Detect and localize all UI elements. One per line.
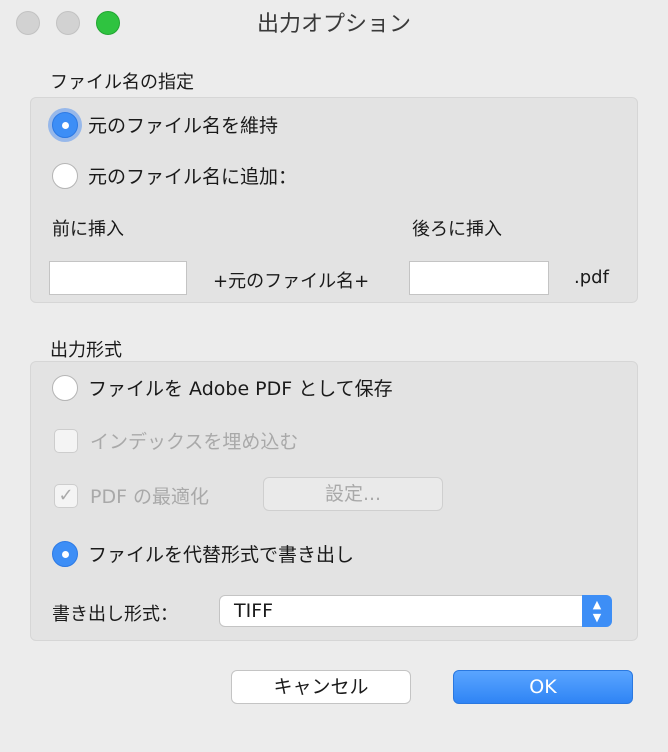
filename-section-label: ファイル名の指定: [50, 72, 194, 93]
optimize-pdf-option: ✓ PDF の最適化: [54, 482, 209, 509]
format-select[interactable]: TIFF ▲ ▼: [219, 595, 612, 627]
window-title: 出力オプション: [256, 12, 411, 37]
output-section-label: 出力形式: [50, 340, 122, 361]
add-to-original-label: 元のファイル名に追加：: [88, 166, 298, 188]
cancel-button[interactable]: キャンセル: [231, 670, 411, 704]
export-alternate-option[interactable]: ファイルを代替形式で書き出し: [52, 540, 354, 567]
checkmark-icon: ✓: [58, 484, 74, 506]
suffix-label: 後ろに挿入: [412, 219, 502, 240]
embed-index-label: インデックスを埋め込む: [90, 431, 299, 453]
save-as-pdf-label: ファイルを Adobe PDF として保存: [88, 378, 393, 400]
keep-original-option[interactable]: 元のファイル名を維持: [52, 111, 278, 138]
save-as-pdf-option[interactable]: ファイルを Adobe PDF として保存: [52, 374, 393, 401]
settings-button: 設定...: [263, 477, 443, 511]
format-select-value: TIFF: [234, 600, 274, 622]
add-to-original-option[interactable]: 元のファイル名に追加：: [52, 162, 297, 189]
keep-original-label: 元のファイル名を維持: [88, 115, 279, 137]
embed-index-checkbox: [54, 428, 78, 453]
add-to-original-radio[interactable]: [52, 162, 78, 189]
save-as-pdf-radio[interactable]: [52, 374, 78, 401]
prefix-label: 前に挿入: [52, 219, 124, 240]
up-down-chevron-icon: ▲ ▼: [582, 595, 612, 627]
embed-index-option: インデックスを埋め込む: [54, 427, 298, 454]
prefix-input[interactable]: [49, 261, 187, 295]
format-label: 書き出し形式：: [52, 604, 178, 625]
ok-button[interactable]: OK: [453, 670, 633, 704]
original-filename-text: +元のファイル名+: [213, 271, 370, 292]
keep-original-radio[interactable]: [52, 111, 78, 138]
export-alternate-label: ファイルを代替形式で書き出し: [88, 544, 355, 566]
output-options-dialog: 出力オプション ファイル名の指定 元のファイル名を維持 元のファイル名に追加： …: [0, 0, 668, 752]
title-bar: 出力オプション: [0, 0, 668, 44]
optimize-pdf-checkbox: ✓: [54, 483, 78, 508]
optimize-pdf-label: PDF の最適化: [90, 486, 210, 508]
suffix-input[interactable]: [409, 261, 549, 295]
extension-text: .pdf: [574, 267, 609, 288]
export-alternate-radio[interactable]: [52, 540, 78, 567]
